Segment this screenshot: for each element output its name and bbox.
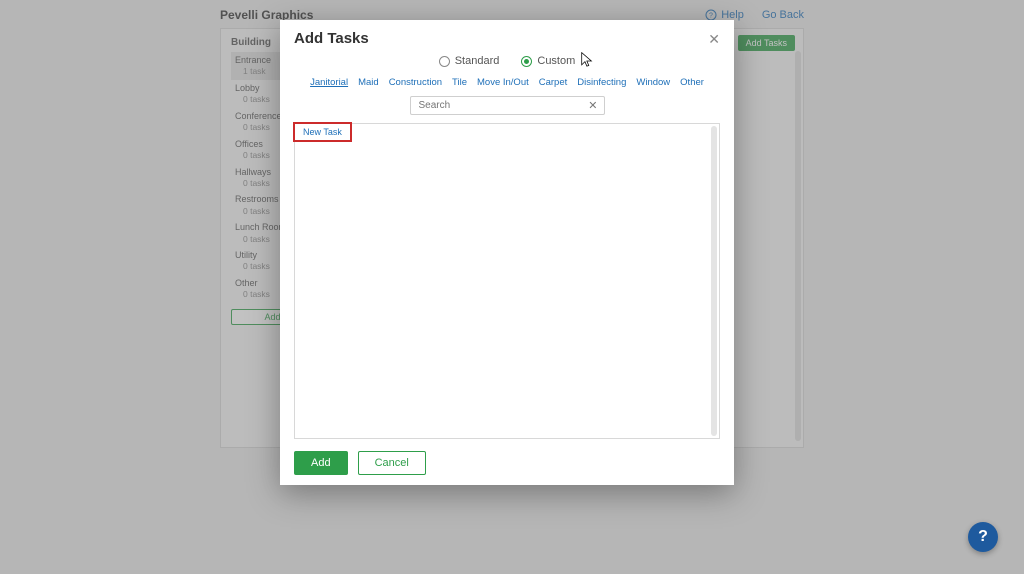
category-tab[interactable]: Other [680, 77, 704, 88]
category-tab[interactable]: Construction [389, 77, 442, 88]
add-tasks-modal: Add Tasks ✕ Standard Custom Janitorial M… [280, 20, 734, 485]
category-tab[interactable]: Maid [358, 77, 379, 88]
search-input[interactable] [417, 99, 589, 112]
search-box[interactable]: ✕ [410, 96, 605, 115]
search-wrap: ✕ [280, 96, 734, 115]
cancel-button[interactable]: Cancel [358, 451, 426, 475]
category-tabs: Janitorial Maid Construction Tile Move I… [280, 77, 734, 88]
radio-label: Standard [455, 55, 500, 67]
modal-footer: Add Cancel [280, 439, 734, 485]
radio-icon [439, 56, 450, 67]
category-tab[interactable]: Tile [452, 77, 467, 88]
radio-standard[interactable]: Standard [439, 55, 500, 67]
radio-label: Custom [537, 55, 575, 67]
new-task-button[interactable]: New Task [293, 122, 352, 142]
clear-icon[interactable]: ✕ [588, 99, 597, 112]
help-fab[interactable]: ? [968, 522, 998, 552]
category-tab[interactable]: Disinfecting [577, 77, 626, 88]
modal-title: Add Tasks [294, 30, 369, 47]
help-fab-label: ? [978, 528, 988, 546]
category-tab[interactable]: Carpet [539, 77, 568, 88]
list-scrollbar[interactable] [711, 126, 717, 436]
category-tab[interactable]: Move In/Out [477, 77, 529, 88]
modal-header: Add Tasks ✕ [280, 20, 734, 53]
radio-icon [521, 56, 532, 67]
close-icon[interactable]: ✕ [708, 32, 720, 46]
category-tab[interactable]: Window [636, 77, 670, 88]
category-tab[interactable]: Janitorial [310, 77, 348, 88]
type-selector: Standard Custom [280, 55, 734, 67]
radio-custom[interactable]: Custom [521, 55, 575, 67]
task-list-area: New Task [294, 123, 720, 439]
add-button[interactable]: Add [294, 451, 348, 475]
